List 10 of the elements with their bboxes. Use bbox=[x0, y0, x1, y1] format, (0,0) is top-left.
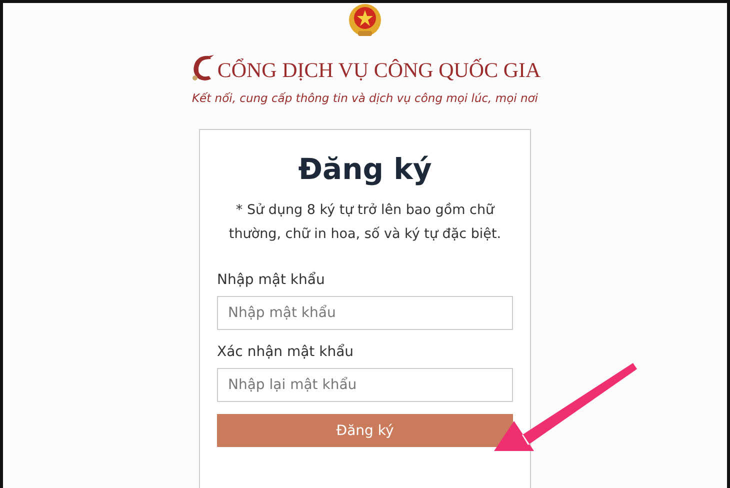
tagline: Kết nối, cung cấp thông tin và dịch vụ công mọi lúc, mọi nơi bbox=[192, 91, 538, 105]
password-field[interactable]: Nhập lại mật khẩu bbox=[217, 368, 513, 402]
password-field[interactable]: Nhập mật khẩu bbox=[217, 296, 513, 330]
field-label: Nhập mật khẩu bbox=[217, 272, 325, 288]
portal-title: CỔNG DỊCH VỤ CÔNG QUỐC GIA bbox=[217, 58, 541, 83]
emblem-icon bbox=[347, 3, 383, 39]
form-heading: Đăng ký bbox=[297, 152, 433, 186]
field-label: Xác nhận mật khẩu bbox=[217, 344, 354, 360]
password-rule-note: * Sử dụng 8 ký tự trở lên bao gồm chữ thường, chữ in hoa, số và ký tự đặc biệt. bbox=[228, 201, 502, 244]
register-button[interactable]: Đăng ký bbox=[217, 414, 513, 447]
